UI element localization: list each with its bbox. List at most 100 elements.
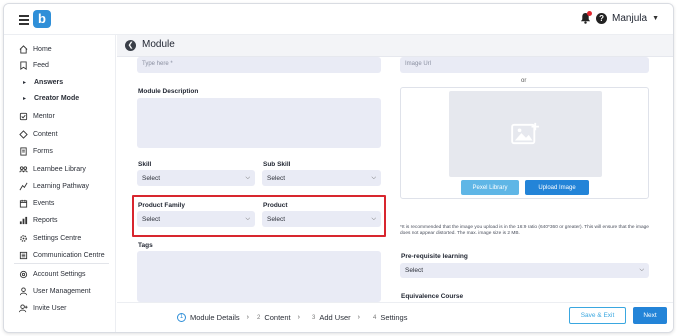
back-arrow-icon[interactable]: ❮	[125, 40, 136, 51]
step-number: 3	[312, 314, 316, 321]
sidebar-item-label: Content	[33, 130, 58, 138]
sidebar-item-reports[interactable]: Reports	[19, 213, 58, 227]
next-button[interactable]: Next	[633, 307, 667, 324]
sidebar-item-label: Settings Centre	[33, 234, 82, 242]
sidebar-item-label: Invite User	[33, 304, 67, 312]
sidebar-item-home[interactable]: Home	[19, 42, 52, 56]
app-window: b ? Manjula ▼ Home Feed ▸ Answers ▸ Creator M…	[3, 3, 674, 333]
mentor-icon	[19, 112, 28, 121]
sidebar-item-settings-centre[interactable]: Settings Centre	[19, 231, 81, 245]
sidebar-item-learning-pathway[interactable]: Learning Pathway	[19, 179, 89, 193]
step-label: Add User	[319, 313, 351, 322]
module-name-input[interactable]: Type here *	[137, 57, 381, 73]
step-content[interactable]: 2 Content ›	[257, 313, 300, 322]
sidebar-item-user-management[interactable]: User Management	[19, 284, 91, 298]
step-module-details[interactable]: 1 Module Details ›	[177, 313, 249, 322]
sidebar-item-label: Mentor	[33, 112, 55, 120]
prerequisite-select[interactable]: Select ⌵	[400, 263, 649, 278]
sidebar-item-account-settings[interactable]: Account Settings	[19, 267, 86, 281]
notification-dot	[587, 11, 593, 16]
sidebar-divider	[14, 263, 109, 264]
chevron-right-icon: ›	[246, 314, 249, 321]
chevron-right-icon: ›	[357, 314, 360, 321]
sidebar-item-label: Learning Pathway	[33, 182, 90, 190]
subskill-select[interactable]: Select ⌵	[262, 170, 381, 186]
invite-icon	[19, 303, 28, 313]
step-label: Content	[264, 313, 291, 322]
sidebar-item-mentor[interactable]: Mentor	[19, 109, 55, 123]
feed-icon	[19, 60, 28, 70]
library-icon	[19, 165, 28, 174]
sidebar-item-label: Creator Mode	[34, 94, 80, 102]
sidebar-item-answers[interactable]: ▸ Answers	[23, 75, 63, 89]
step-settings[interactable]: 4 Settings	[373, 313, 407, 322]
pexel-library-button[interactable]: Pexel Library	[461, 180, 519, 195]
sidebar-item-label: Home	[33, 45, 52, 53]
upload-image-button[interactable]: Upload Image	[525, 180, 589, 195]
save-exit-button[interactable]: Save & Exit	[569, 307, 626, 324]
sidebar-item-feed[interactable]: Feed	[19, 58, 49, 72]
step-number: 1	[177, 313, 186, 322]
events-icon	[19, 199, 28, 208]
step-label: Settings	[380, 313, 408, 322]
sidebar-item-content[interactable]: Content	[19, 127, 58, 141]
chevron-down-icon: ⌵	[639, 267, 644, 273]
step-label: Module Details	[190, 313, 240, 322]
or-separator: or	[521, 78, 527, 84]
triangle-right-icon: ▸	[23, 95, 27, 102]
wizard-footer: 1 Module Details › 2 Content › 3 Add Use…	[117, 302, 673, 332]
image-recommendation-note: *It is recommended that the image you up…	[400, 225, 649, 236]
settings-icon	[19, 234, 28, 243]
sidebar-item-creator-mode[interactable]: ▸ Creator Mode	[23, 91, 79, 105]
prerequisite-label: Pre-requisite learning	[401, 253, 468, 260]
forms-icon	[19, 146, 28, 156]
image-url-input[interactable]: Image Url	[400, 57, 649, 73]
step-number: 2	[257, 314, 261, 321]
chevron-down-icon: ⌵	[245, 174, 250, 181]
chevron-down-icon[interactable]: ▼	[652, 15, 659, 22]
help-icon[interactable]: ?	[596, 12, 608, 24]
communication-icon	[19, 251, 28, 260]
pathway-icon	[19, 182, 28, 191]
module-description-label: Module Description	[138, 88, 199, 95]
bell-icon[interactable]	[580, 11, 593, 24]
image-placeholder-icon	[511, 122, 539, 145]
step-add-user[interactable]: 3 Add User ›	[312, 313, 360, 322]
user-name[interactable]: Manjula	[612, 13, 647, 24]
hamburger-menu-icon[interactable]	[19, 15, 29, 25]
sidebar-item-label: Reports	[33, 216, 58, 224]
image-placeholder	[449, 91, 602, 177]
page-header: ❮ Module	[117, 35, 673, 57]
skill-select[interactable]: Select ⌵	[137, 170, 255, 186]
sidebar-item-label: Account Settings	[33, 270, 86, 278]
sidebar-item-events[interactable]: Events	[19, 196, 54, 210]
sidebar-item-label: Feed	[33, 61, 49, 69]
sidebar-item-invite-user[interactable]: Invite User	[19, 301, 66, 315]
sidebar-item-label: Events	[33, 199, 55, 207]
user-management-icon	[19, 286, 28, 296]
sidebar: Home Feed ▸ Answers ▸ Creator Mode Mentor Conte…	[4, 35, 116, 332]
module-form: Type here * Module Description Skill Sel…	[117, 57, 673, 302]
image-upload-panel: Pexel Library Upload Image	[400, 87, 649, 199]
highlight-box	[132, 195, 386, 237]
home-icon	[19, 44, 28, 54]
chevron-right-icon: ›	[297, 314, 300, 321]
app-logo[interactable]: b	[33, 10, 51, 28]
skill-select-value: Select	[142, 174, 161, 182]
step-number: 4	[373, 314, 377, 321]
tags-label: Tags	[138, 242, 153, 249]
sidebar-item-communication-centre[interactable]: Communication Centre	[19, 248, 105, 262]
sidebar-item-forms[interactable]: Forms	[19, 144, 53, 158]
chevron-down-icon: ⌵	[371, 174, 376, 181]
subskill-label: Sub Skill	[263, 161, 291, 168]
user-area: ? Manjula ▼	[580, 11, 659, 24]
equivalence-course-label: Equivalence Course	[401, 293, 464, 300]
module-description-input[interactable]	[137, 98, 381, 148]
sidebar-item-label: User Management	[33, 287, 91, 295]
sidebar-item-label: Forms	[33, 147, 53, 155]
sidebar-item-learnbee-library[interactable]: Learnbee Library	[19, 162, 86, 176]
content-icon	[19, 129, 28, 139]
tags-input[interactable]	[137, 251, 381, 302]
sidebar-item-label: Communication Centre	[33, 251, 105, 259]
sidebar-item-label: Learnbee Library	[33, 165, 86, 173]
